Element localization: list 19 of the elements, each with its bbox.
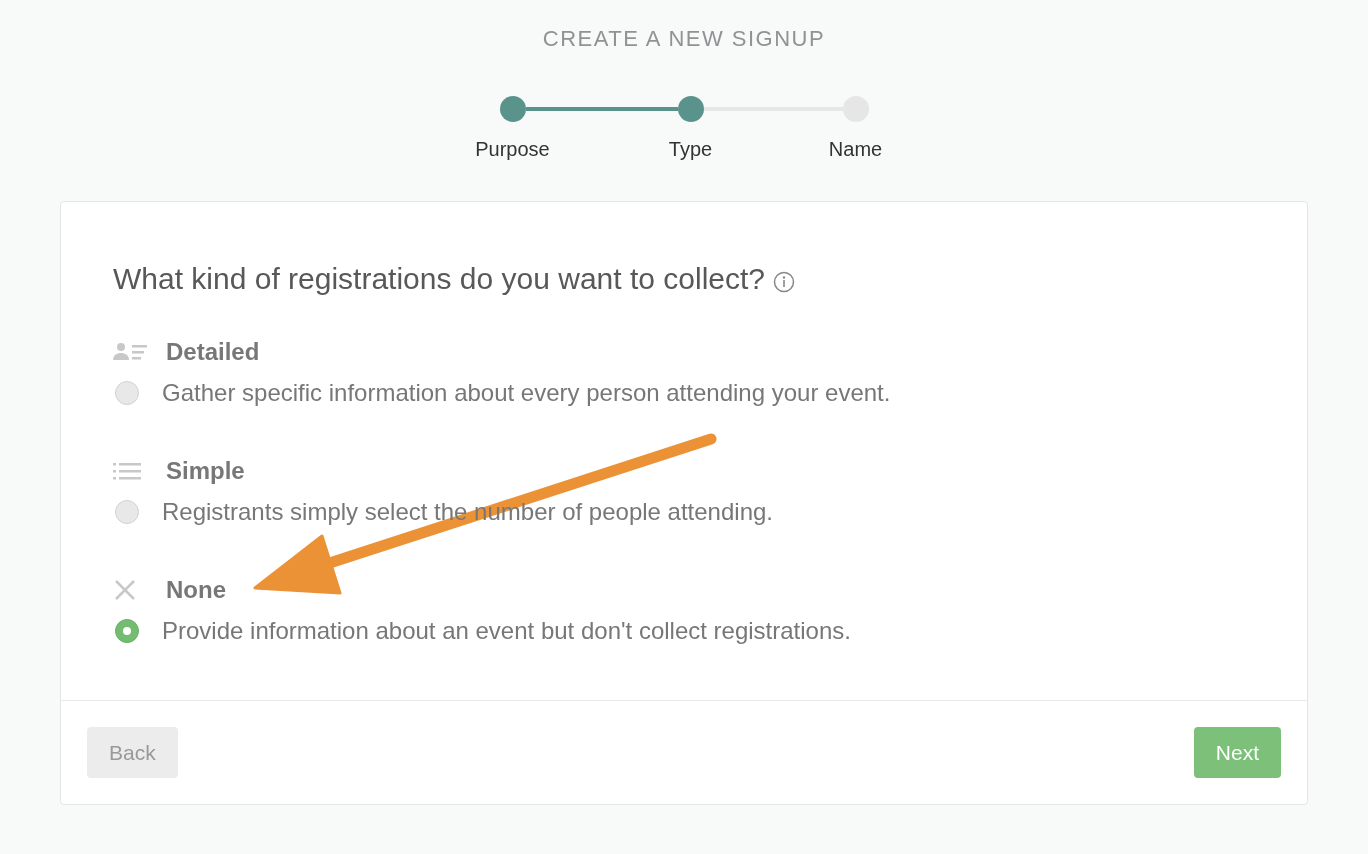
option-description: Gather specific information about every person attending your event. [162, 379, 891, 407]
option-title: Detailed [166, 338, 260, 366]
radio-button[interactable] [115, 381, 139, 405]
question-heading: What kind of registrations do you want to collect? [113, 262, 765, 296]
option-title: None [166, 576, 226, 604]
page-title: CREATE A NEW SIGNUP [542, 26, 826, 52]
step-label: Name [828, 138, 883, 161]
next-button[interactable]: Next [1193, 727, 1281, 778]
step-label: Purpose [475, 138, 550, 161]
step-label: Type [668, 138, 713, 161]
person-list-icon [113, 342, 148, 362]
radio-button[interactable] [115, 500, 139, 524]
option-description: Provide information about an event but don't collect registrations. [162, 617, 851, 645]
list-icon [113, 462, 141, 480]
back-button[interactable]: Back [87, 727, 178, 778]
option-title: Simple [166, 457, 245, 485]
radio-button[interactable] [115, 619, 139, 643]
info-icon [773, 271, 795, 293]
cross-icon [113, 578, 137, 602]
